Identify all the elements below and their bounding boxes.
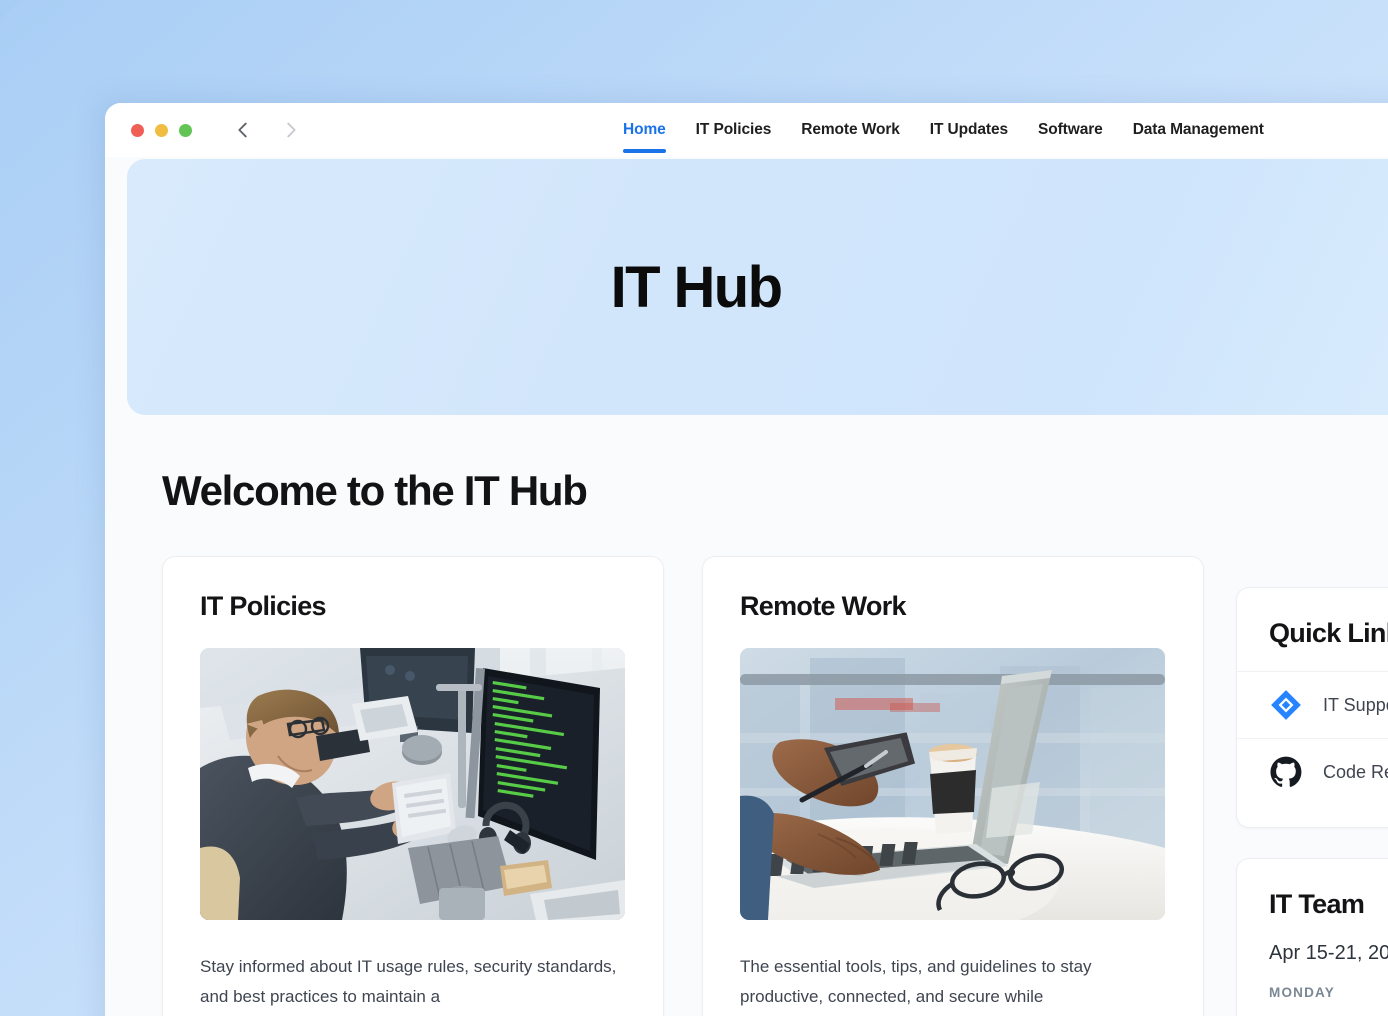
it-team-date-range: Apr 15-21, 2024	[1269, 942, 1388, 964]
browser-chrome: Home IT Policies Remote Work IT Updates …	[105, 103, 1388, 157]
feature-card-it-policies[interactable]: IT Policies Stay informed about IT usage…	[162, 556, 664, 1016]
quick-links-card: Quick Links IT Support Code R	[1236, 587, 1388, 828]
right-sidebar: Quick Links IT Support Code R	[1236, 587, 1388, 1016]
forward-chevron-icon[interactable]	[280, 119, 302, 141]
quick-link-code-repository[interactable]: Code Repository	[1237, 738, 1388, 805]
feature-card-remote-work[interactable]: Remote Work The essential tools, tips, a…	[702, 556, 1204, 1016]
nav-item-it-policies[interactable]: IT Policies	[696, 103, 772, 157]
browser-navigation	[232, 119, 302, 141]
card-body: The essential tools, tips, and guideline…	[740, 957, 1092, 1007]
nav-item-it-updates[interactable]: IT Updates	[930, 103, 1008, 157]
page-background: Home IT Policies Remote Work IT Updates …	[0, 0, 1388, 1016]
card-body: Stay informed about IT usage rules, secu…	[200, 957, 617, 1007]
nav-item-remote-work[interactable]: Remote Work	[801, 103, 900, 157]
it-team-day-label: MONDAY	[1269, 985, 1335, 1000]
minimize-window-button[interactable]	[155, 123, 168, 137]
page-viewport: IT Hub Welcome to the IT Hub IT Policies	[105, 157, 1388, 1016]
main-navigation: Home IT Policies Remote Work IT Updates …	[623, 103, 1264, 157]
close-window-button[interactable]	[131, 123, 144, 137]
nav-label: Software	[1038, 121, 1103, 138]
developer-at-desk-photo	[200, 648, 625, 920]
card-title: IT Policies	[200, 591, 327, 621]
quick-links-title: Quick Links	[1269, 618, 1388, 648]
nav-item-data-management[interactable]: Data Management	[1133, 103, 1264, 157]
nav-item-software[interactable]: Software	[1038, 103, 1103, 157]
nav-label: Data Management	[1132, 121, 1264, 138]
it-team-title: IT Team	[1269, 889, 1365, 919]
it-team-card: IT Team Apr 15-21, 2024 MONDAY 08:45 - 9…	[1236, 858, 1388, 1016]
nav-label: IT Updates	[929, 121, 1009, 138]
quick-link-it-support[interactable]: IT Support	[1237, 671, 1388, 738]
hero-banner: IT Hub	[127, 159, 1388, 415]
quick-links-spacer	[1237, 805, 1388, 827]
quick-link-label: Code Repository	[1323, 761, 1388, 782]
nav-label: IT Policies	[695, 121, 772, 138]
feature-card-grid: IT Policies Stay informed about IT usage…	[162, 556, 1388, 1016]
card-title: Remote Work	[740, 591, 907, 621]
window-controls	[131, 123, 192, 137]
maximize-window-button[interactable]	[179, 123, 192, 137]
quick-link-label: IT Support	[1323, 694, 1388, 715]
back-chevron-icon[interactable]	[232, 119, 254, 141]
nav-label: Home	[623, 121, 666, 138]
laptop-coffee-remote-work-photo	[740, 648, 1165, 920]
page-title: Welcome to the IT Hub	[162, 467, 588, 514]
jira-icon	[1271, 690, 1301, 720]
browser-window: Home IT Policies Remote Work IT Updates …	[105, 103, 1388, 1016]
nav-item-home[interactable]: Home	[623, 103, 666, 157]
github-icon	[1270, 756, 1302, 787]
nav-label: Remote Work	[801, 121, 900, 138]
hero-title: IT Hub	[610, 254, 783, 320]
